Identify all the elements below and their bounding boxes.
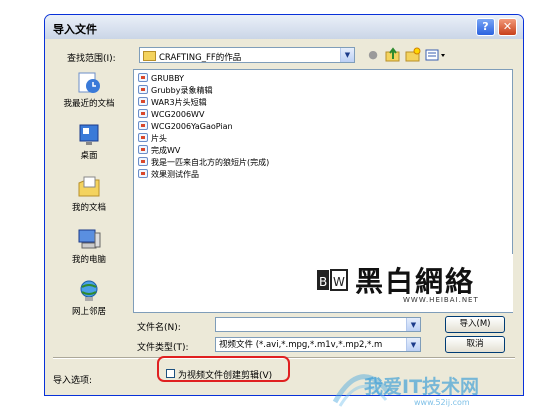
heibai-watermark: B W 黑白網絡 WWW.HEIBAI.NET: [307, 254, 513, 312]
video-file-icon: [138, 73, 148, 82]
file-name: GRUBBY: [151, 74, 185, 83]
folder-icon: [143, 51, 156, 61]
list-item[interactable]: WCG2006YaGaoPian: [138, 121, 233, 133]
heibai-logo-text: 黑白網絡: [355, 265, 476, 298]
look-in-value: CRAFTING_FF的作品: [159, 53, 242, 63]
close-button[interactable]: ✕: [498, 18, 517, 36]
list-item[interactable]: 效果测试作品: [138, 169, 199, 181]
back-icon[interactable]: ●: [365, 47, 381, 63]
file-name: Grubby录象精辑: [151, 86, 213, 95]
chevron-down-icon[interactable]: ▼: [406, 338, 420, 351]
look-in-combo[interactable]: CRAFTING_FF的作品 ▼: [139, 47, 355, 63]
my-documents-icon: [78, 176, 100, 197]
list-item[interactable]: 我是一匹来自北方的狼短片(完成): [138, 157, 269, 169]
filename-label: 文件名(N):: [137, 323, 181, 333]
video-file-icon: [138, 157, 148, 166]
place-recent-docs[interactable]: 我最近的文档: [51, 71, 127, 109]
place-label: 桌面: [80, 151, 98, 161]
desktop-icon: [79, 124, 99, 145]
place-network[interactable]: 网上邻居: [51, 279, 127, 317]
place-desktop[interactable]: 桌面: [51, 123, 127, 161]
my-computer-icon: [78, 229, 101, 249]
video-file-icon: [138, 109, 148, 118]
views-menu-icon[interactable]: [425, 47, 447, 63]
file-name: WAR3片头短辑: [151, 98, 207, 107]
chevron-down-icon[interactable]: ▼: [340, 48, 354, 62]
file-name: WCG2006WV: [151, 110, 205, 119]
list-item[interactable]: WCG2006WV: [138, 109, 204, 121]
list-item[interactable]: WAR3片头短辑: [138, 97, 207, 109]
dialog-title: 导入文件: [53, 23, 97, 36]
file-name: WCG2006YaGaoPian: [151, 122, 233, 131]
place-label: 我最近的文档: [63, 99, 115, 109]
svg-text:B: B: [319, 275, 327, 289]
svg-text:W: W: [333, 275, 345, 289]
place-my-documents[interactable]: 我的文档: [51, 175, 127, 213]
chevron-down-icon[interactable]: ▼: [406, 318, 420, 331]
places-bar: 我最近的文档 桌面 我的文档 我的电脑 网上邻居: [51, 69, 127, 319]
cancel-button[interactable]: 取消: [445, 336, 505, 353]
filetype-value: 视频文件 (*.avi,*.mpg,*.m1v,*.mp2,*.m: [219, 340, 383, 350]
list-item[interactable]: Grubby录象精辑: [138, 85, 212, 97]
video-file-icon: [138, 169, 148, 178]
up-folder-icon[interactable]: [385, 47, 401, 63]
file-name: 效果测试作品: [151, 170, 199, 179]
file-name: 片头: [151, 134, 167, 143]
network-icon: [80, 280, 98, 301]
recent-docs-icon: [78, 72, 100, 93]
look-in-label: 查找范围(I):: [67, 54, 116, 64]
list-item[interactable]: GRUBBY: [138, 73, 184, 85]
place-label: 我的文档: [71, 203, 106, 213]
place-label: 我的电脑: [71, 255, 106, 265]
create-clip-label[interactable]: 为视频文件创建剪辑(V): [178, 368, 272, 381]
create-clip-checkbox[interactable]: [166, 369, 175, 378]
place-my-computer[interactable]: 我的电脑: [51, 227, 127, 265]
import-button[interactable]: 导入(M): [445, 316, 505, 333]
list-item[interactable]: 片头: [138, 133, 167, 145]
video-file-icon: [138, 85, 148, 94]
video-file-icon: [138, 133, 148, 142]
list-item[interactable]: 完成WV: [138, 145, 180, 157]
file-name: 完成WV: [151, 146, 181, 155]
title-bar[interactable]: 导入文件 ? ✕: [45, 15, 523, 39]
file-name: 我是一匹来自北方的狼短片(完成): [151, 158, 270, 167]
new-folder-icon[interactable]: [405, 47, 421, 63]
site-watermark: 我爱IT技术网 www.52ij.com: [330, 358, 548, 414]
heibai-logo-icon: B W: [317, 269, 348, 291]
place-label: 网上邻居: [71, 307, 106, 317]
video-file-icon: [138, 121, 148, 130]
site-url: www.52ij.com: [414, 398, 470, 407]
import-options-label: 导入选项:: [53, 376, 93, 386]
help-button[interactable]: ?: [476, 18, 495, 36]
site-logo-text: 我爱IT技术网: [364, 376, 480, 398]
filename-input[interactable]: ▼: [215, 317, 421, 332]
heibai-url: WWW.HEIBAI.NET: [403, 296, 479, 304]
video-file-icon: [138, 97, 148, 106]
filetype-select[interactable]: 视频文件 (*.avi,*.mpg,*.m1v,*.mp2,*.m ▼: [215, 337, 421, 352]
import-file-dialog: 导入文件 ? ✕ 查找范围(I): CRAFTING_FF的作品 ▼ ● 我最近…: [44, 14, 524, 396]
video-file-icon: [138, 145, 148, 154]
filetype-label: 文件类型(T):: [137, 343, 189, 353]
